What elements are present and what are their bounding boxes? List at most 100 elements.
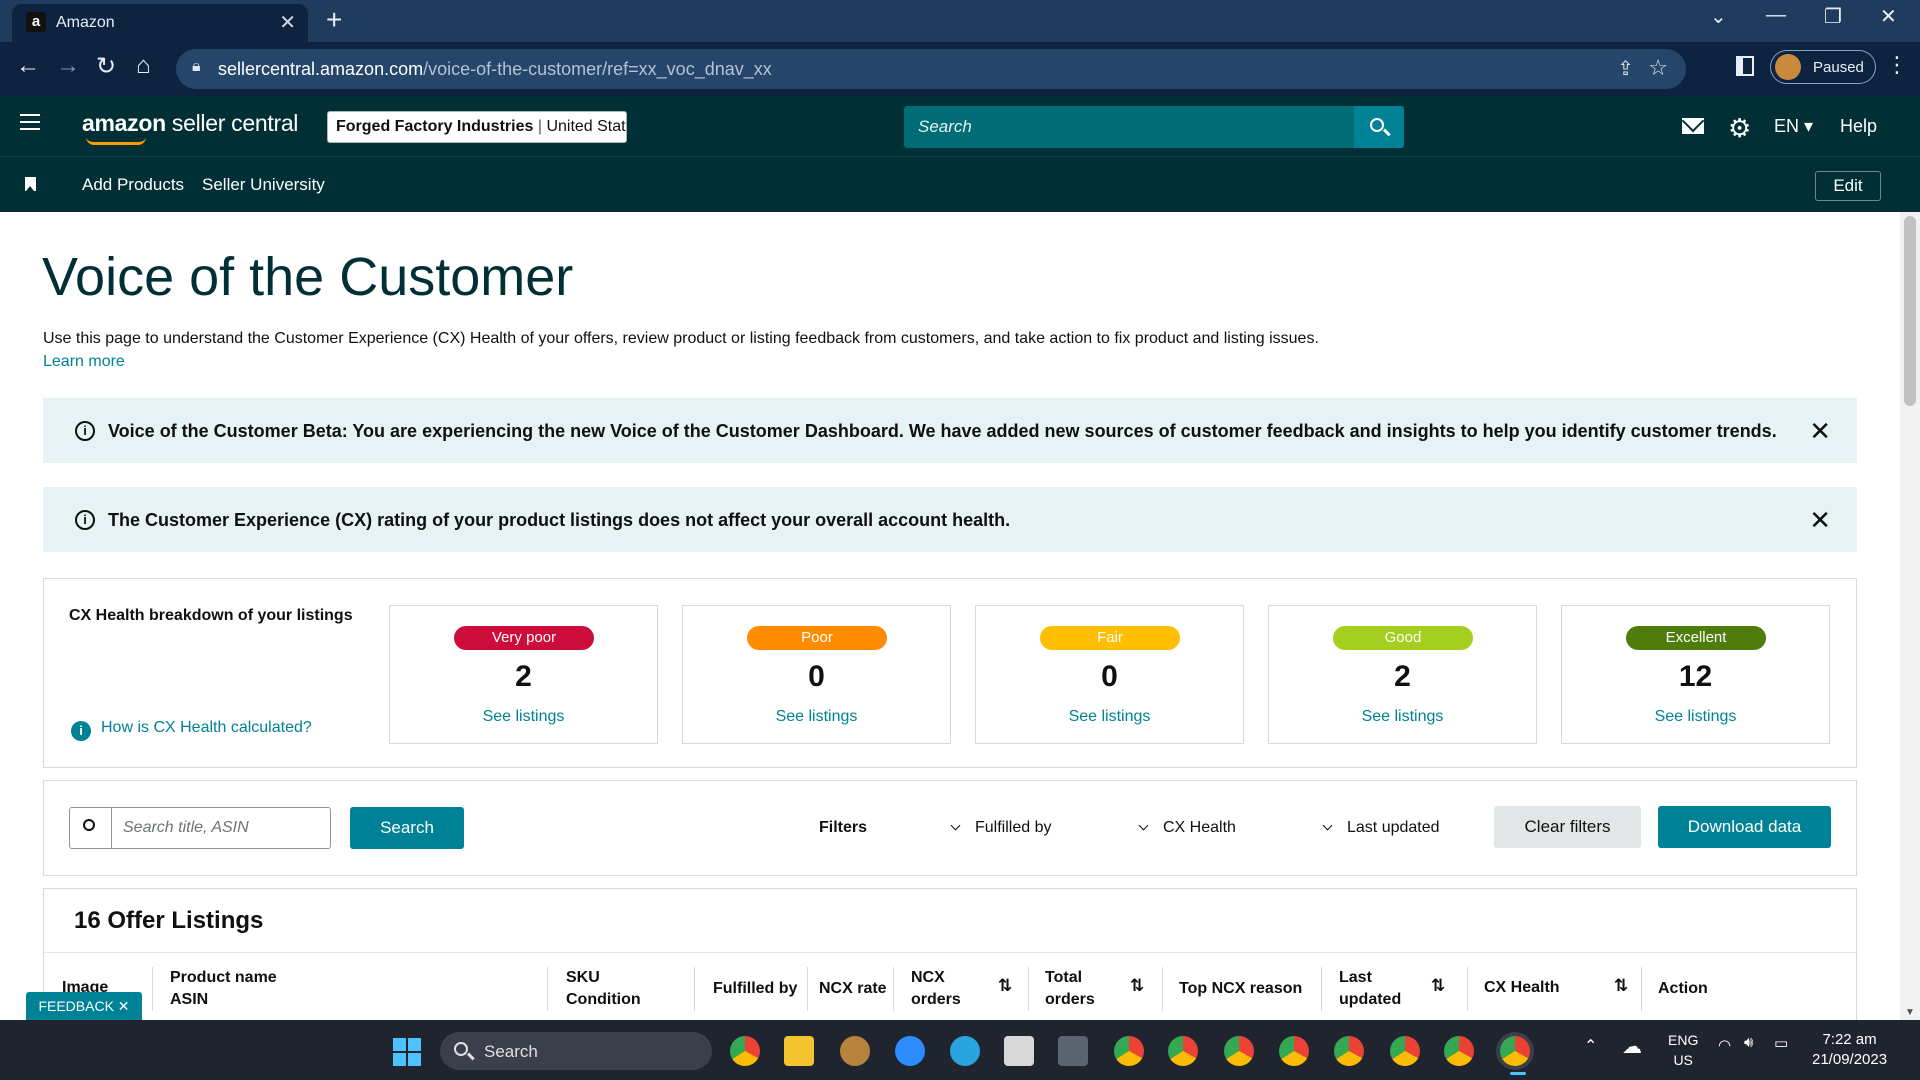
search-icon [1370, 118, 1384, 132]
chrome-profile-icon[interactable] [1114, 1036, 1144, 1066]
column-product-name[interactable]: Product name ASIN [170, 967, 277, 1011]
volume-icon[interactable]: 🔊︎ [1744, 1034, 1753, 1051]
gear-icon[interactable]: ⚙ [1728, 113, 1751, 144]
column-sku[interactable]: SKU Condition [566, 967, 641, 1011]
cx-card-poor: Poor 0 See listings [682, 605, 951, 744]
back-icon[interactable]: ← [16, 52, 40, 80]
edit-nav-button[interactable]: Edit [1815, 171, 1881, 201]
column-ncx-orders[interactable]: NCX orders ⇅ [911, 967, 1021, 1011]
onedrive-icon[interactable]: ☁ [1622, 1034, 1642, 1059]
seller-central-logo[interactable]: amazon seller central [82, 110, 299, 145]
sort-icon[interactable]: ⇅ [1130, 975, 1144, 997]
store-selector[interactable]: Forged Factory Industries | United State… [327, 111, 627, 143]
app-icon[interactable] [840, 1036, 870, 1066]
chrome-profile-icon[interactable] [1444, 1036, 1474, 1066]
sort-icon[interactable]: ⇅ [1614, 975, 1628, 997]
scrollbar-thumb[interactable] [1904, 216, 1916, 406]
column-ncx-rate[interactable]: NCX rate [819, 978, 887, 1000]
share-icon[interactable]: ⇪ [1617, 56, 1634, 81]
status-badge: Poor [747, 626, 887, 650]
column-top-ncx-reason[interactable]: Top NCX reason [1179, 978, 1302, 1000]
help-link[interactable]: Help [1840, 116, 1877, 137]
profile-button[interactable]: Paused [1770, 50, 1876, 84]
address-bar[interactable]: 🔒︎ sellercentral.amazon.com/voice-of-the… [176, 49, 1686, 89]
fulfilled-by-dropdown[interactable]: Fulfilled by [950, 819, 1052, 837]
sort-icon[interactable]: ⇅ [1431, 975, 1445, 997]
telegram-icon[interactable] [950, 1036, 980, 1066]
column-total-orders[interactable]: Total orders ⇅ [1045, 967, 1155, 1011]
mail-icon[interactable] [1682, 118, 1704, 134]
cx-health-help-link[interactable]: i How is CX Health calculated? [71, 719, 312, 741]
learn-more-link[interactable]: Learn more [43, 353, 125, 371]
home-icon[interactable]: ⌂ [136, 52, 151, 80]
side-panel-icon[interactable] [1736, 56, 1754, 76]
see-listings-link[interactable]: See listings [976, 708, 1243, 726]
dropdown-label: Fulfilled by [975, 819, 1052, 836]
column-last-updated[interactable]: Last updated ⇅ [1339, 967, 1459, 1011]
seller-subnav: Add Products Seller University Edit [0, 156, 1920, 212]
column-fulfilled-by[interactable]: Fulfilled by [713, 978, 797, 1000]
listing-search-input[interactable] [113, 808, 329, 848]
chrome-profile-icon[interactable] [1390, 1036, 1420, 1066]
logo-product: seller central [165, 110, 299, 136]
file-explorer-icon[interactable] [784, 1036, 814, 1066]
tab-search-chevron-icon[interactable]: ⌄ [1710, 4, 1727, 29]
restore-icon[interactable]: ❐ [1824, 4, 1842, 29]
tab-close-icon[interactable]: ✕ [279, 10, 296, 35]
see-listings-link[interactable]: See listings [1269, 708, 1536, 726]
taskbar-clock[interactable]: 7:22 am 21/09/2023 [1812, 1030, 1887, 1070]
wifi-icon[interactable]: ◠ [1718, 1036, 1731, 1054]
language-selector[interactable]: EN ▾ [1774, 116, 1813, 137]
chrome-profile-icon[interactable] [1334, 1036, 1364, 1066]
chrome-active-icon[interactable] [1500, 1036, 1530, 1066]
scroll-down-icon[interactable]: ▼ [1905, 1007, 1915, 1018]
browser-toolbar: ← → ↻ ⌂ 🔒︎ sellercentral.amazon.com/voic… [0, 42, 1920, 96]
calculator-icon[interactable] [1058, 1036, 1088, 1066]
feedback-button[interactable]: FEEDBACK ✕ [26, 992, 142, 1020]
column-cx-health[interactable]: CX Health ⇅ [1484, 975, 1634, 999]
header-search-input[interactable] [904, 106, 1354, 148]
search-button[interactable]: Search [350, 807, 464, 849]
bookmark-star-icon[interactable]: ☆ [1648, 55, 1668, 81]
header-search-button[interactable] [1354, 106, 1404, 148]
close-window-icon[interactable]: ✕ [1880, 4, 1897, 29]
close-icon[interactable]: ✕ [1809, 416, 1831, 447]
header-search [904, 106, 1404, 148]
chevron-down-icon [1322, 820, 1333, 831]
beta-alert: i Voice of the Customer Beta: You are ex… [43, 398, 1857, 463]
taskbar-search[interactable]: Search [440, 1032, 712, 1070]
nav-seller-university[interactable]: Seller University [202, 175, 325, 195]
cx-health-help-label: How is CX Health calculated? [101, 719, 312, 736]
zoom-icon[interactable] [895, 1036, 925, 1066]
minimize-icon[interactable]: — [1766, 4, 1786, 27]
last-updated-dropdown[interactable]: Last updated [1322, 819, 1440, 837]
battery-icon[interactable]: ▭ [1774, 1034, 1788, 1052]
see-listings-link[interactable]: See listings [390, 708, 657, 726]
see-listings-link[interactable]: See listings [1562, 708, 1829, 726]
chrome-profile-icon[interactable] [1224, 1036, 1254, 1066]
snipping-tool-icon[interactable] [1004, 1036, 1034, 1066]
bookmark-icon[interactable] [25, 177, 36, 191]
page-scrollbar[interactable]: ▼ [1900, 212, 1920, 1020]
windows-start-icon[interactable] [393, 1038, 421, 1066]
chrome-icon[interactable] [730, 1036, 760, 1066]
clear-filters-button[interactable]: Clear filters [1494, 806, 1641, 848]
cx-health-dropdown[interactable]: CX Health [1138, 819, 1236, 837]
chrome-profile-icon[interactable] [1168, 1036, 1198, 1066]
close-icon[interactable]: ✕ [1809, 505, 1831, 536]
language-indicator[interactable]: ENG US [1668, 1030, 1698, 1070]
sort-icon[interactable]: ⇅ [998, 975, 1012, 997]
new-tab-icon[interactable]: + [326, 4, 342, 36]
nav-add-products[interactable]: Add Products [82, 175, 184, 195]
reload-icon[interactable]: ↻ [96, 52, 116, 81]
browser-tab[interactable]: a Amazon ✕ [12, 4, 308, 42]
download-data-button[interactable]: Download data [1658, 806, 1831, 848]
hamburger-menu-icon[interactable] [20, 114, 40, 130]
chrome-profile-icon[interactable] [1279, 1036, 1309, 1066]
browser-menu-icon[interactable]: ⋮ [1886, 52, 1908, 78]
column-action: Action [1658, 980, 1708, 997]
forward-icon[interactable]: → [56, 52, 80, 80]
cx-health-panel: CX Health breakdown of your listings i Ho… [43, 578, 1857, 768]
see-listings-link[interactable]: See listings [683, 708, 950, 726]
show-hidden-icons-icon[interactable]: ⌃ [1584, 1036, 1597, 1056]
